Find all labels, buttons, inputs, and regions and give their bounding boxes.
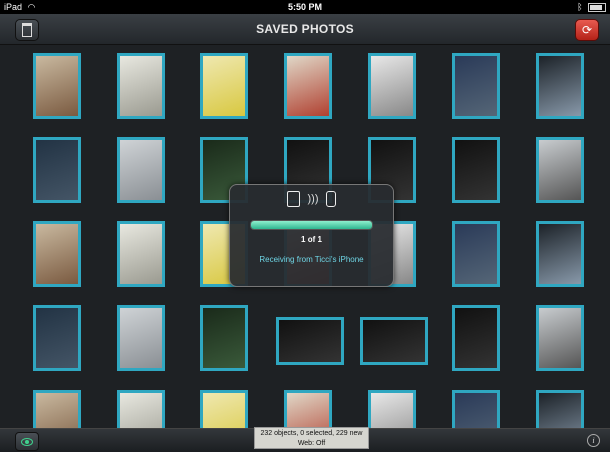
thumbnail-image (455, 393, 497, 428)
phone-icon (326, 190, 337, 207)
photo-thumbnail[interactable] (33, 221, 81, 287)
photo-thumbnail[interactable] (276, 317, 344, 365)
photo-thumbnail[interactable] (452, 137, 500, 203)
photo-thumbnail[interactable] (284, 53, 332, 119)
photo-thumbnail[interactable] (33, 305, 81, 371)
photo-thumbnail[interactable] (33, 390, 81, 428)
progress-fill (251, 221, 372, 229)
thumbnail-image (120, 393, 162, 428)
thumbnail-image (203, 56, 245, 116)
photo-thumbnail[interactable] (33, 53, 81, 119)
status-bar: iPad ◠ 5:50 PM ᛒ (0, 0, 610, 14)
thumbnail-image (287, 393, 329, 428)
photo-thumbnail[interactable] (368, 53, 416, 119)
photo-thumbnail[interactable] (33, 137, 81, 203)
photo-thumbnail[interactable] (452, 390, 500, 428)
bluetooth-icon: ᛒ (577, 2, 583, 12)
photo-thumbnail[interactable] (536, 305, 584, 371)
photo-thumbnail[interactable] (117, 221, 165, 287)
photo-thumbnail[interactable] (368, 390, 416, 428)
page-title: SAVED PHOTOS (256, 22, 354, 36)
thumbnail-image (455, 56, 497, 116)
photo-thumbnail[interactable] (360, 317, 428, 365)
thumbnail-image (539, 224, 581, 284)
thumbnail-image (539, 56, 581, 116)
thumbnail-image (371, 393, 413, 428)
thumbnail-image (36, 393, 78, 428)
photo-thumbnail[interactable] (452, 305, 500, 371)
transfer-dialog: ))) 1 of 1 Receiving from Ticci's iPhone (229, 184, 394, 287)
thumbnail-image (455, 140, 497, 200)
transfer-message: Receiving from Ticci's iPhone (259, 255, 364, 264)
photo-thumbnail[interactable] (284, 390, 332, 428)
photo-thumbnail[interactable] (117, 390, 165, 428)
photo-thumbnail[interactable] (536, 390, 584, 428)
thumbnail-image (120, 56, 162, 116)
photo-thumbnail[interactable] (536, 53, 584, 119)
photo-thumbnail[interactable] (117, 305, 165, 371)
status-line-1: 232 objects, 0 selected, 229 new (260, 430, 363, 437)
thumbnail-image (539, 308, 581, 368)
tablet-icon (286, 190, 300, 207)
clock: 5:50 PM (287, 2, 322, 12)
thumbnail-image (203, 393, 245, 428)
eye-icon (21, 437, 33, 446)
thumbnail-image (363, 320, 425, 362)
thumbnail-image (539, 140, 581, 200)
thumbnail-image (371, 56, 413, 116)
photo-thumbnail[interactable] (200, 390, 248, 428)
sync-button[interactable]: ⟳ (575, 19, 599, 41)
thumbnail-image (120, 224, 162, 284)
info-button[interactable]: i (587, 434, 600, 447)
photo-thumbnail[interactable] (452, 53, 500, 119)
photo-thumbnail[interactable] (536, 221, 584, 287)
thumbnail-image (279, 320, 341, 362)
photo-thumbnail[interactable] (200, 305, 248, 371)
eye-button[interactable] (15, 432, 39, 451)
photo-thumbnail[interactable] (452, 221, 500, 287)
thumbnail-image (455, 224, 497, 284)
sync-icon: ⟳ (581, 23, 593, 37)
thumbnail-image (120, 140, 162, 200)
photo-thumbnail[interactable] (200, 53, 248, 119)
thumbnail-image (36, 224, 78, 284)
transfer-count: 1 of 1 (301, 235, 322, 244)
thumbnail-image (287, 56, 329, 116)
transfer-progress-bar (250, 220, 373, 230)
thumbnail-image (455, 308, 497, 368)
thumbnail-image (539, 393, 581, 428)
thumbnail-image (120, 308, 162, 368)
battery-icon (588, 3, 606, 13)
thumbnail-image (36, 308, 78, 368)
photo-thumbnail[interactable] (117, 137, 165, 203)
nav-bar: SAVED PHOTOS ⟳ (0, 14, 610, 45)
thumbnail-image (36, 56, 78, 116)
status-box: 232 objects, 0 selected, 229 new Web: Of… (254, 427, 369, 449)
photo-thumbnail[interactable] (536, 137, 584, 203)
status-line-2: Web: Off (297, 440, 326, 447)
wireless-icon: ))) (307, 192, 319, 205)
photo-thumbnail[interactable] (117, 53, 165, 119)
thumbnail-image (36, 140, 78, 200)
thumbnail-image (203, 308, 245, 368)
